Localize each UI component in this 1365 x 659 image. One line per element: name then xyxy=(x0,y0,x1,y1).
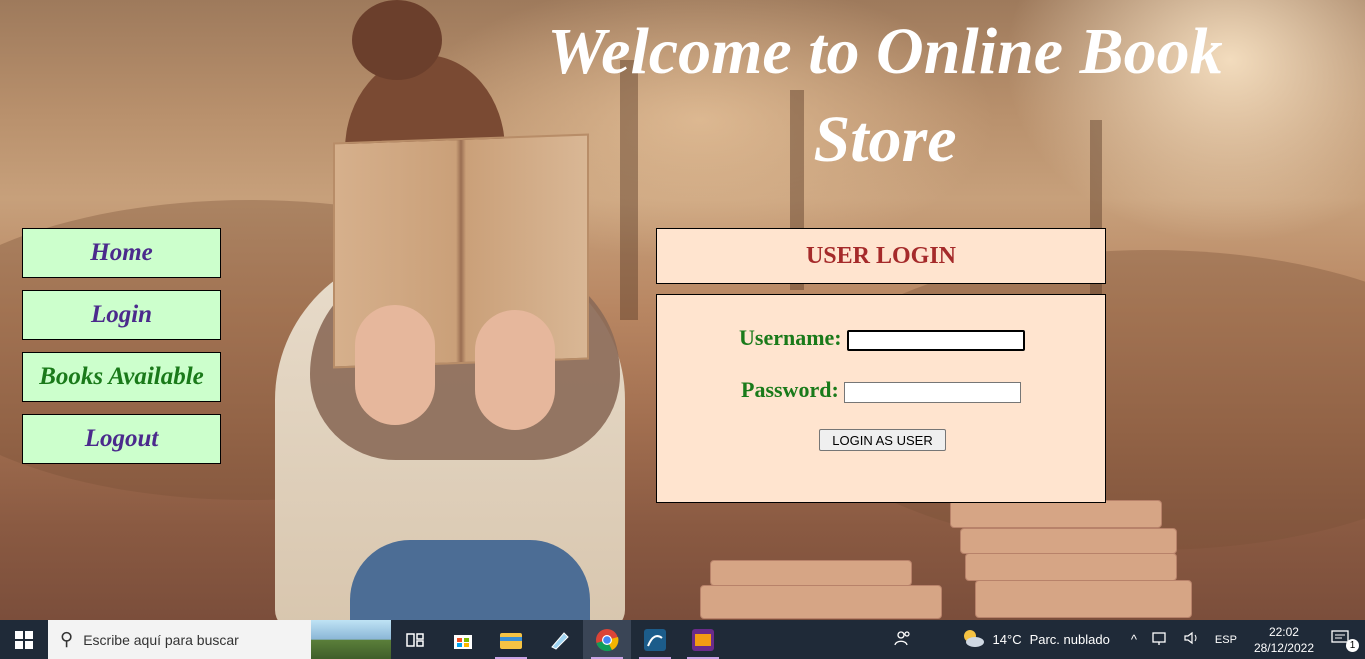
taskbar: ⚲ Escribe aquí para buscar 14°C Parc. nu… xyxy=(0,620,1365,659)
start-button[interactable] xyxy=(0,620,48,659)
task-view-icon[interactable] xyxy=(391,620,439,659)
search-icon: ⚲ xyxy=(60,629,74,649)
windows-icon xyxy=(15,630,33,649)
weather-icon[interactable] xyxy=(920,627,993,652)
search-placeholder: Escribe aquí para buscar xyxy=(83,631,239,648)
nav-books-available[interactable]: Books Available xyxy=(22,352,221,402)
login-as-user-button[interactable]: LOGIN AS USER xyxy=(819,429,946,451)
clock-time: 22:02 xyxy=(1268,624,1299,639)
taskbar-search[interactable]: ⚲ Escribe aquí para buscar xyxy=(48,620,391,659)
microsoft-store-icon[interactable] xyxy=(439,620,487,659)
login-heading: USER LOGIN xyxy=(656,228,1106,284)
language-indicator[interactable]: ESP xyxy=(1208,634,1244,646)
password-input[interactable] xyxy=(844,382,1021,403)
nav-login[interactable]: Login xyxy=(22,290,221,340)
chevron-up-icon[interactable]: ^ xyxy=(1124,632,1144,647)
password-label: Password: xyxy=(741,377,839,402)
notification-badge: 1 xyxy=(1346,639,1359,652)
username-input[interactable] xyxy=(847,330,1025,351)
nav-logout[interactable]: Logout xyxy=(22,414,221,464)
login-form: Username: Password: LOGIN AS USER xyxy=(656,294,1106,503)
weather-text[interactable]: Parc. nublado xyxy=(1030,632,1124,647)
people-icon[interactable] xyxy=(886,629,920,650)
file-explorer-icon[interactable] xyxy=(487,620,535,659)
weather-temp[interactable]: 14°C xyxy=(993,632,1030,647)
notification-icon[interactable]: 1 xyxy=(1324,629,1365,652)
network-icon[interactable] xyxy=(1144,630,1176,649)
search-highlight-image xyxy=(311,620,391,659)
mysql-workbench-icon[interactable] xyxy=(631,620,679,659)
side-nav: Home Login Books Available Logout xyxy=(22,228,221,476)
xampp-icon[interactable] xyxy=(679,620,727,659)
nav-home[interactable]: Home xyxy=(22,228,221,278)
notepad-icon[interactable] xyxy=(535,620,583,659)
clock-date: 28/12/2022 xyxy=(1253,640,1314,655)
clock[interactable]: 22:02 28/12/2022 xyxy=(1244,624,1324,656)
chrome-icon[interactable] xyxy=(583,620,631,659)
page-title: Welcome to Online Book Store xyxy=(547,15,1223,176)
username-label: Username: xyxy=(739,325,842,350)
volume-icon[interactable] xyxy=(1176,630,1208,649)
